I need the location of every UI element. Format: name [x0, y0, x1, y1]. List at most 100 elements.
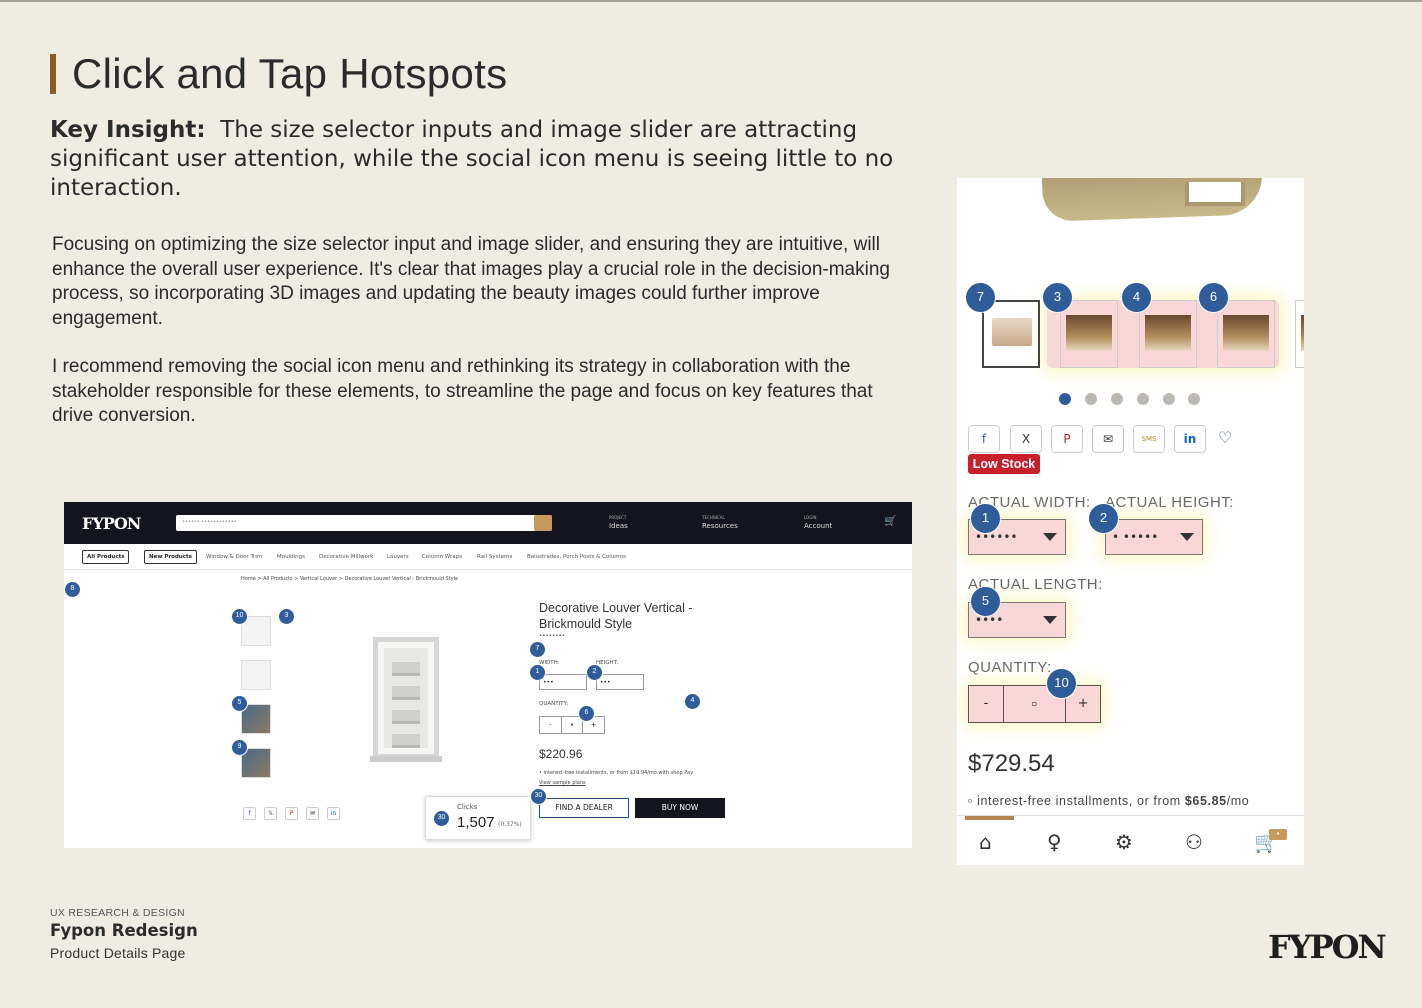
desktop-heatmap-screenshot: FYPON •••••• •••••••••••• PROJECT Ideas T…: [64, 502, 912, 848]
quantity-stepper[interactable]: - ▫ +: [968, 685, 1101, 723]
find-dealer-button[interactable]: FIND A DEALER: [539, 798, 629, 818]
x-icon[interactable]: 𝕏: [264, 807, 277, 820]
hotspot-marker: 5: [231, 695, 248, 712]
gear-icon[interactable]: ⚙: [1115, 830, 1133, 854]
heart-icon[interactable]: ♡: [1218, 428, 1232, 447]
product-image-base: [370, 756, 442, 762]
product-price: $220.96: [539, 747, 583, 761]
facebook-icon[interactable]: f: [243, 807, 256, 820]
buy-now-button[interactable]: BUY NOW: [635, 798, 725, 818]
thumbnail-selected[interactable]: [982, 300, 1040, 368]
tooltip-label: Clicks: [457, 803, 478, 811]
hotspot-marker: 2: [1088, 503, 1119, 534]
email-icon[interactable]: ✉: [306, 807, 319, 820]
tooltip-value: 1,507: [457, 814, 495, 831]
height-select[interactable]: •••: [596, 674, 644, 690]
lightbulb-icon[interactable]: ♀: [1047, 830, 1062, 854]
thumbnail[interactable]: [1217, 300, 1275, 368]
desktop-search-input[interactable]: •••••• ••••••••••••: [176, 515, 552, 531]
height-value: • •••••: [1112, 530, 1159, 544]
search-icon[interactable]: [534, 515, 552, 531]
subnav-link[interactable]: Rail Systems: [477, 554, 512, 560]
home-icon[interactable]: ⌂: [979, 830, 992, 854]
subnav-link[interactable]: Window & Door Trim: [206, 554, 262, 560]
title-accent-bar: [50, 54, 56, 94]
cart-badge: •: [1269, 829, 1287, 840]
linkedin-icon[interactable]: in: [1174, 425, 1206, 453]
footer-page: Product Details Page: [50, 945, 186, 961]
desktop-logo[interactable]: FYPON: [82, 514, 141, 533]
hotspot-marker: 1: [970, 503, 1001, 534]
installments-text: ▫ interest-free installments, or from $6…: [968, 794, 1250, 808]
tooltip-rank-badge: 30: [433, 810, 450, 827]
product-image[interactable]: [373, 637, 439, 759]
linkedin-icon[interactable]: in: [327, 807, 340, 820]
hotspot-marker: 10: [1046, 668, 1077, 699]
hotspot-marker: 8: [64, 581, 81, 598]
slider-dot[interactable]: [1085, 393, 1097, 405]
hotspot-marker: 7: [529, 641, 546, 658]
qty-minus-button[interactable]: -: [540, 717, 562, 733]
cart-icon[interactable]: 🛒: [884, 516, 896, 527]
slider-dot[interactable]: [1188, 393, 1200, 405]
slider-dot[interactable]: [1137, 393, 1149, 405]
subnav-link[interactable]: Louvers: [387, 554, 409, 560]
product-title: Decorative Louver Vertical - Brickmould …: [539, 601, 693, 631]
slider-dot-active[interactable]: [1059, 393, 1071, 405]
chevron-down-icon: [1043, 533, 1057, 541]
low-stock-badge: Low Stock: [968, 454, 1040, 474]
nav-account[interactable]: LOGIN Account: [804, 514, 832, 530]
click-count-tooltip: 30 Clicks 1,507 (0.37%): [425, 796, 531, 840]
x-icon[interactable]: X: [1010, 425, 1042, 453]
footer-project: Fypon Redesign: [50, 921, 198, 940]
brand-logo: FYPON: [1268, 928, 1387, 966]
height-select[interactable]: • •••••: [1105, 519, 1203, 555]
active-tab-indicator: [965, 816, 1014, 820]
subnav-link[interactable]: Decorative Millwork: [319, 554, 373, 560]
subnav-link[interactable]: Balustrades, Porch Posts & Columns: [527, 554, 626, 560]
chevron-down-icon: [1043, 616, 1057, 624]
tooltip-percent: (0.37%): [498, 821, 522, 828]
thumbnail[interactable]: [1060, 300, 1118, 368]
facebook-icon[interactable]: f: [968, 425, 1000, 453]
height-label: ACTUAL HEIGHT:: [1105, 494, 1234, 511]
pinterest-icon[interactable]: P: [285, 807, 298, 820]
paragraph-recommend: I recommend removing the social icon men…: [52, 356, 873, 426]
bottom-tab-bar: ⌂ ♀ ⚙ ⚇ 🛒 •: [957, 815, 1304, 865]
sms-icon[interactable]: SMS: [1133, 425, 1165, 453]
hotspot-marker: 4: [684, 693, 701, 710]
thumbnail[interactable]: [241, 660, 271, 690]
nav-ideas[interactable]: PROJECT Ideas: [609, 514, 628, 530]
thumbnail[interactable]: [1295, 300, 1304, 368]
slider-dot[interactable]: [1111, 393, 1123, 405]
user-icon[interactable]: ⚇: [1185, 830, 1203, 854]
quantity-label: QUANTITY:: [539, 701, 569, 707]
product-price: $729.54: [968, 750, 1055, 777]
key-insight: Key Insight: The size selector inputs an…: [50, 116, 930, 203]
top-border: [0, 0, 1422, 2]
desktop-header: FYPON •••••• •••••••••••• PROJECT Ideas T…: [64, 502, 912, 544]
nav-resources[interactable]: TECHNICAL Resources: [702, 514, 738, 530]
thumbnail[interactable]: [1139, 300, 1197, 368]
subnav-link[interactable]: Mouldings: [277, 554, 305, 560]
breadcrumb[interactable]: Home > All Products > Vertical Louver > …: [241, 576, 458, 582]
hotspot-marker: 6: [578, 705, 595, 722]
qty-minus-button[interactable]: -: [969, 686, 1004, 722]
sample-plans-link[interactable]: View sample plans: [539, 780, 586, 786]
quantity-label: QUANTITY:: [968, 659, 1052, 676]
all-products-button[interactable]: All Products: [82, 550, 130, 564]
email-icon[interactable]: ✉: [1092, 425, 1124, 453]
key-insight-label: Key Insight:: [50, 117, 206, 143]
subnav-link[interactable]: Column Wraps: [422, 554, 462, 560]
width-select[interactable]: •••: [539, 674, 587, 690]
hotspot-marker: 3: [1042, 282, 1073, 313]
slider-dot[interactable]: [1163, 393, 1175, 405]
pinterest-icon[interactable]: P: [1051, 425, 1083, 453]
product-image-end: [1185, 182, 1245, 206]
hotspot-marker: 6: [1198, 282, 1229, 313]
hotspot-marker: 5: [970, 586, 1001, 617]
paragraph-optimize: Focusing on optimizing the size selector…: [52, 234, 890, 329]
quantity-stepper[interactable]: - • +: [539, 716, 605, 734]
new-products-button[interactable]: New Products: [144, 550, 197, 564]
chevron-down-icon: [1180, 533, 1194, 541]
